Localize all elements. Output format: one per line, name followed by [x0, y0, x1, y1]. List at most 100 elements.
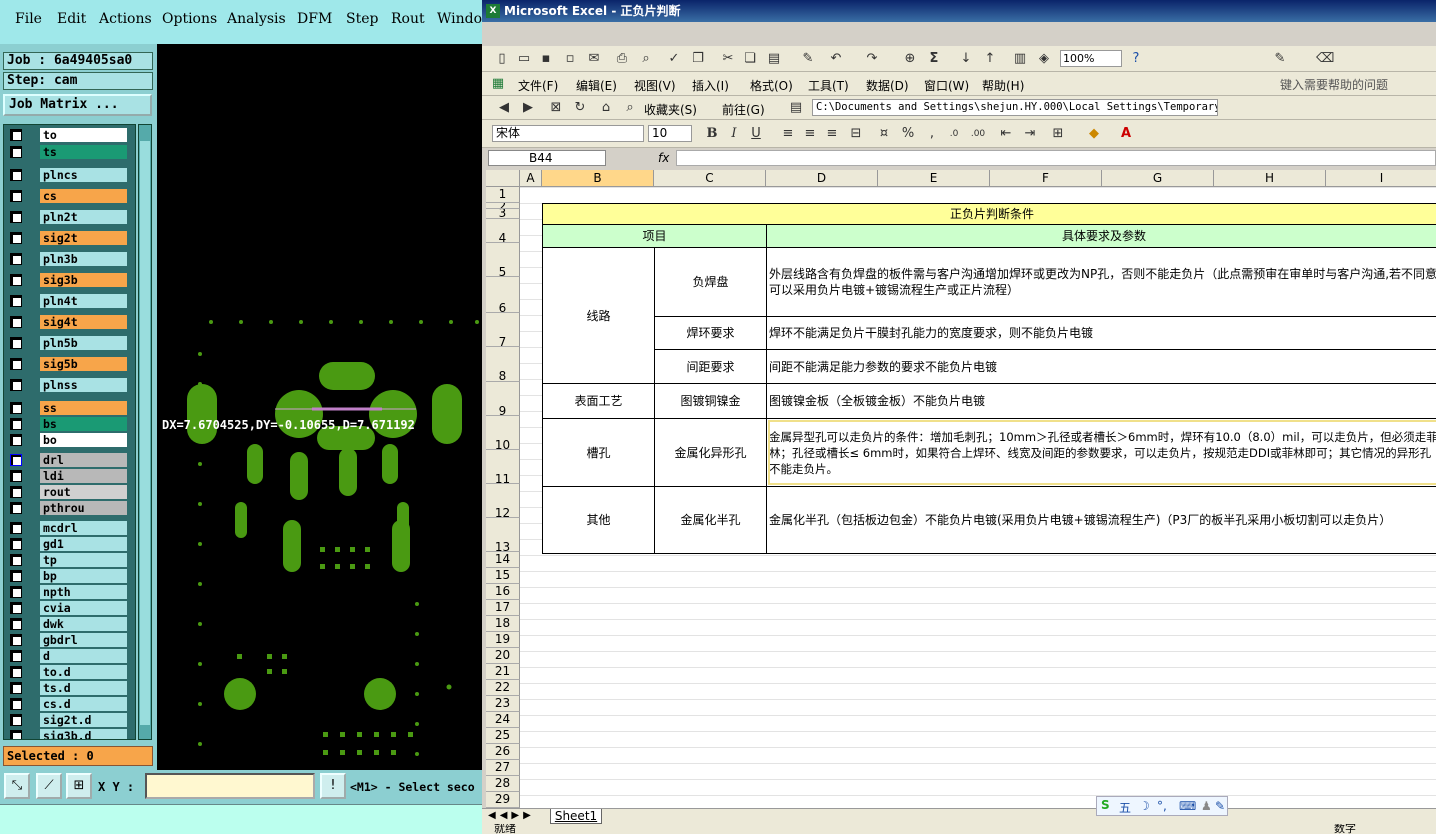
table-title[interactable]: 正负片判断条件 [542, 203, 1436, 225]
layer-name[interactable]: ss [40, 401, 127, 415]
formula-bar[interactable] [676, 150, 1436, 166]
row-header[interactable]: 12 [486, 484, 520, 518]
show-web-toolbar-icon[interactable]: ▤ [788, 100, 804, 116]
layer-checkbox[interactable] [10, 698, 22, 710]
align-left-icon[interactable]: ≡ [780, 126, 796, 142]
header-requirements[interactable]: 具体要求及参数 [766, 224, 1436, 248]
comma-icon[interactable]: , [924, 126, 940, 142]
layer-row[interactable]: rout [4, 485, 135, 499]
column-header[interactable]: H [1214, 170, 1326, 187]
row-header[interactable]: 29 [486, 792, 520, 808]
layer-row[interactable]: cs [4, 189, 135, 203]
layer-checkbox[interactable] [10, 650, 22, 662]
layer-name[interactable]: sig4t [40, 315, 127, 329]
scroll-thumb[interactable] [140, 141, 150, 725]
layer-name[interactable]: bp [40, 569, 127, 583]
row-header[interactable]: 14 [486, 552, 520, 568]
layer-checkbox[interactable] [10, 714, 22, 726]
layer-name[interactable]: tp [40, 553, 127, 567]
cat-surface[interactable]: 表面工艺 [542, 383, 655, 419]
worksheet-grid[interactable]: ABCDEFGHI 123456789101112131415161718192… [486, 170, 1436, 808]
layer-name[interactable]: npth [40, 585, 127, 599]
layer-name[interactable]: pln4t [40, 294, 127, 308]
menu-analysis[interactable]: Analysis [227, 11, 286, 27]
layer-checkbox[interactable] [10, 402, 22, 414]
layer-list[interactable]: to ts plncs cs pln2t sig2t pln3b sig3b pln4t sig4… [3, 124, 136, 740]
row-header[interactable]: 26 [486, 744, 520, 760]
layer-row[interactable]: plnss [4, 378, 135, 392]
layer-name[interactable]: cs.d [40, 697, 127, 711]
layer-name[interactable]: ts [40, 145, 127, 159]
layer-row[interactable]: dwk [4, 617, 135, 631]
layer-name[interactable]: pln5b [40, 336, 127, 350]
favorites-menu[interactable]: 收藏夹(S) [644, 101, 697, 118]
layer-row[interactable]: tp [4, 553, 135, 567]
layer-checkbox[interactable] [10, 454, 22, 466]
row-header[interactable]: 18 [486, 616, 520, 632]
req-half-hole[interactable]: 金属化半孔（包括板边包金）不能负片电镀(采用负片电镀+镀锡流程生产)（P3厂的板… [766, 486, 1436, 554]
layer-name[interactable]: mcdrl [40, 521, 127, 535]
row-header[interactable]: 7 [486, 313, 520, 347]
layer-row[interactable]: mcdrl [4, 521, 135, 535]
row-header[interactable]: 27 [486, 760, 520, 776]
layer-checkbox[interactable] [10, 253, 22, 265]
layer-row[interactable]: sig5b [4, 357, 135, 371]
row-header[interactable]: 5 [486, 243, 520, 277]
layer-checkbox[interactable] [10, 538, 22, 550]
decrease-indent-icon[interactable]: ⇤ [998, 126, 1014, 142]
layer-row[interactable]: bs [4, 417, 135, 431]
layer-name[interactable]: sig2t.d [40, 713, 127, 727]
layer-checkbox[interactable] [10, 295, 22, 307]
job-matrix-button[interactable]: Job Matrix ... [3, 94, 152, 116]
layer-row[interactable]: ts [4, 145, 135, 159]
layer-checkbox[interactable] [10, 618, 22, 630]
chart-wizard-icon[interactable]: ▥ [1012, 51, 1028, 67]
column-header[interactable]: D [766, 170, 878, 187]
layer-name[interactable]: plncs [40, 168, 127, 182]
print-preview-icon[interactable]: ⌕ [638, 51, 654, 67]
layer-name[interactable]: sig3b.d [40, 729, 127, 739]
layer-name[interactable]: sig5b [40, 357, 127, 371]
menu-step[interactable]: Step [346, 11, 378, 27]
punct-icon[interactable]: °, [1157, 799, 1167, 813]
req-metal-slot[interactable]: 金属异型孔可以走负片的条件：增加毛刺孔；10mm＞孔径或者槽长＞6mm时，焊环有… [766, 418, 1436, 487]
zoom-tool-icon[interactable]: ⤡ [4, 773, 30, 799]
layer-name[interactable]: to.d [40, 665, 127, 679]
menu-actions[interactable]: Actions [99, 11, 152, 27]
currency-icon[interactable]: ¤ [876, 126, 892, 142]
layer-row[interactable]: sig2t.d [4, 713, 135, 727]
save-icon[interactable]: ▪ [538, 51, 554, 67]
layer-name[interactable]: cs [40, 189, 127, 203]
layer-row[interactable]: sig2t [4, 231, 135, 245]
fx-icon[interactable]: fx [658, 151, 669, 165]
layer-checkbox[interactable] [10, 554, 22, 566]
zoom-select[interactable]: 100% [1060, 50, 1122, 67]
layer-row[interactable]: pln4t [4, 294, 135, 308]
layer-name[interactable]: pthrou [40, 501, 127, 515]
layer-row[interactable]: npth [4, 585, 135, 599]
menu-data[interactable]: 数据(D) [866, 77, 909, 94]
layer-checkbox[interactable] [10, 470, 22, 482]
menu-view[interactable]: 视图(V) [634, 77, 676, 94]
menu-file[interactable]: 文件(F) [518, 77, 558, 94]
row-header[interactable]: 8 [486, 347, 520, 382]
layer-name[interactable]: ldi [40, 469, 127, 483]
copy-icon[interactable]: ❏ [742, 51, 758, 67]
row-header[interactable]: 6 [486, 277, 520, 313]
measure-tool-icon[interactable]: ⟋ [36, 773, 62, 799]
row-header[interactable]: 4 [486, 219, 520, 243]
item-half-hole[interactable]: 金属化半孔 [654, 486, 767, 554]
row-header[interactable]: 1 [486, 187, 520, 203]
back-icon[interactable]: ◀ [496, 100, 512, 116]
layer-checkbox[interactable] [10, 169, 22, 181]
sort-asc-icon[interactable]: ↓ [958, 51, 974, 67]
select-all-corner[interactable] [486, 170, 520, 187]
paste-icon[interactable]: ▤ [766, 51, 782, 67]
layer-name[interactable]: d [40, 649, 127, 663]
row-header[interactable]: 13 [486, 518, 520, 552]
row-header[interactable]: 21 [486, 664, 520, 680]
search-web-icon[interactable]: ⌕ [622, 100, 638, 116]
layer-row[interactable]: ts.d [4, 681, 135, 695]
email-icon[interactable]: ✉ [586, 51, 602, 67]
layer-checkbox[interactable] [10, 586, 22, 598]
